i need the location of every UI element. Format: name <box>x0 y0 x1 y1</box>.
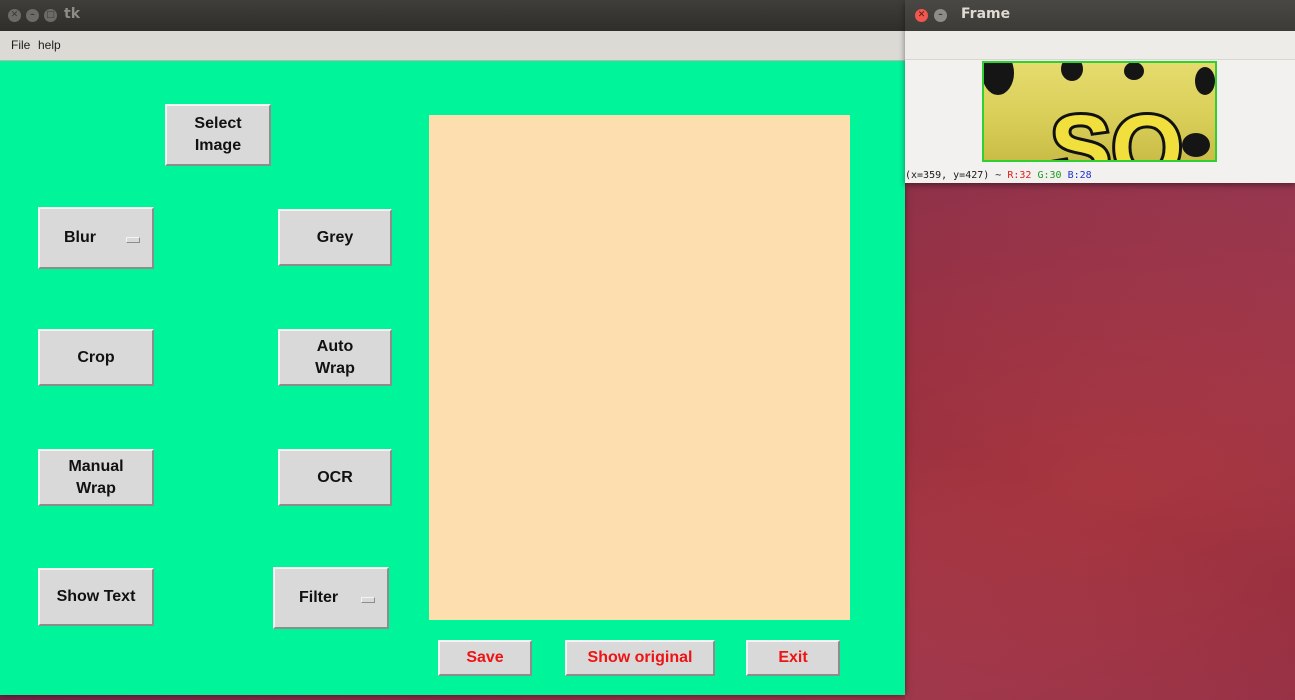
red-value: R:32 <box>1007 170 1032 181</box>
auto-wrap-label-line2: Wrap <box>315 359 355 377</box>
dropdown-indicator-icon <box>361 597 375 603</box>
select-image-label-line1: Select <box>194 115 242 132</box>
blur-option-menu[interactable]: Blur <box>38 207 154 269</box>
desktop-wallpaper-shade <box>905 180 1295 700</box>
blur-label: Blur <box>64 229 96 246</box>
filter-option-menu[interactable]: Filter <box>273 567 389 629</box>
save-label: Save <box>466 649 504 666</box>
manual-wrap-button[interactable]: Manual Wrap <box>38 449 154 506</box>
save-button[interactable]: Save <box>438 640 532 676</box>
frame-window-title: Frame <box>961 6 1011 22</box>
window-title: tk <box>64 6 81 22</box>
blue-value: B:28 <box>1067 170 1092 181</box>
show-text-button[interactable]: Show Text <box>38 568 154 626</box>
dropdown-indicator-icon <box>126 237 140 243</box>
show-original-label: Show original <box>587 649 693 666</box>
select-image-button[interactable]: Select Image <box>165 104 271 166</box>
select-image-label-line2: Image <box>194 137 242 154</box>
grey-label: Grey <box>316 228 354 246</box>
manual-wrap-label-line1: Manual <box>68 457 124 475</box>
auto-wrap-label-line1: Auto <box>316 337 354 355</box>
minimize-icon[interactable]: – <box>934 9 947 22</box>
minimize-icon[interactable]: – <box>26 9 39 22</box>
auto-wrap-button[interactable]: Auto Wrap <box>278 329 392 386</box>
tk-titlebar[interactable]: ✕ – □ tk <box>0 0 905 31</box>
preview-image-content: SO <box>984 63 1215 160</box>
tk-window: ✕ – □ tk File help Select Image Blur Gre… <box>0 0 905 695</box>
green-value: G:30 <box>1037 170 1062 181</box>
crop-label: Crop <box>77 348 115 366</box>
menu-file[interactable]: File <box>11 38 30 52</box>
menu-help[interactable]: help <box>38 38 61 52</box>
image-canvas[interactable] <box>429 115 850 620</box>
grey-button[interactable]: Grey <box>278 209 392 266</box>
ocr-button[interactable]: OCR <box>278 449 392 506</box>
preview-image[interactable]: SO <box>982 61 1217 162</box>
exit-button[interactable]: Exit <box>746 640 840 676</box>
show-text-label: Show Text <box>56 588 136 605</box>
frame-toolbar <box>905 31 1295 60</box>
show-original-button[interactable]: Show original <box>565 640 715 676</box>
svg-text:SO: SO <box>1050 97 1183 160</box>
manual-wrap-label-line2: Wrap <box>76 479 116 497</box>
exit-label: Exit <box>778 649 808 666</box>
crop-button[interactable]: Crop <box>38 329 154 386</box>
frame-window: ✕ – Frame SO (x=359, y=427) ~ R:32 G:30 … <box>905 0 1295 183</box>
frame-titlebar[interactable]: ✕ – Frame <box>905 0 1295 31</box>
coords-readout: (x=359, y=427) ~ <box>905 170 1002 181</box>
filter-label: Filter <box>299 589 339 606</box>
close-icon[interactable]: ✕ <box>8 9 21 22</box>
menubar: File help <box>0 31 905 61</box>
close-icon[interactable]: ✕ <box>915 9 928 22</box>
pixel-status-readout: (x=359, y=427) ~ R:32 G:30 B:28 <box>905 169 1092 183</box>
maximize-icon[interactable]: □ <box>44 9 57 22</box>
ocr-label: OCR <box>317 468 353 486</box>
